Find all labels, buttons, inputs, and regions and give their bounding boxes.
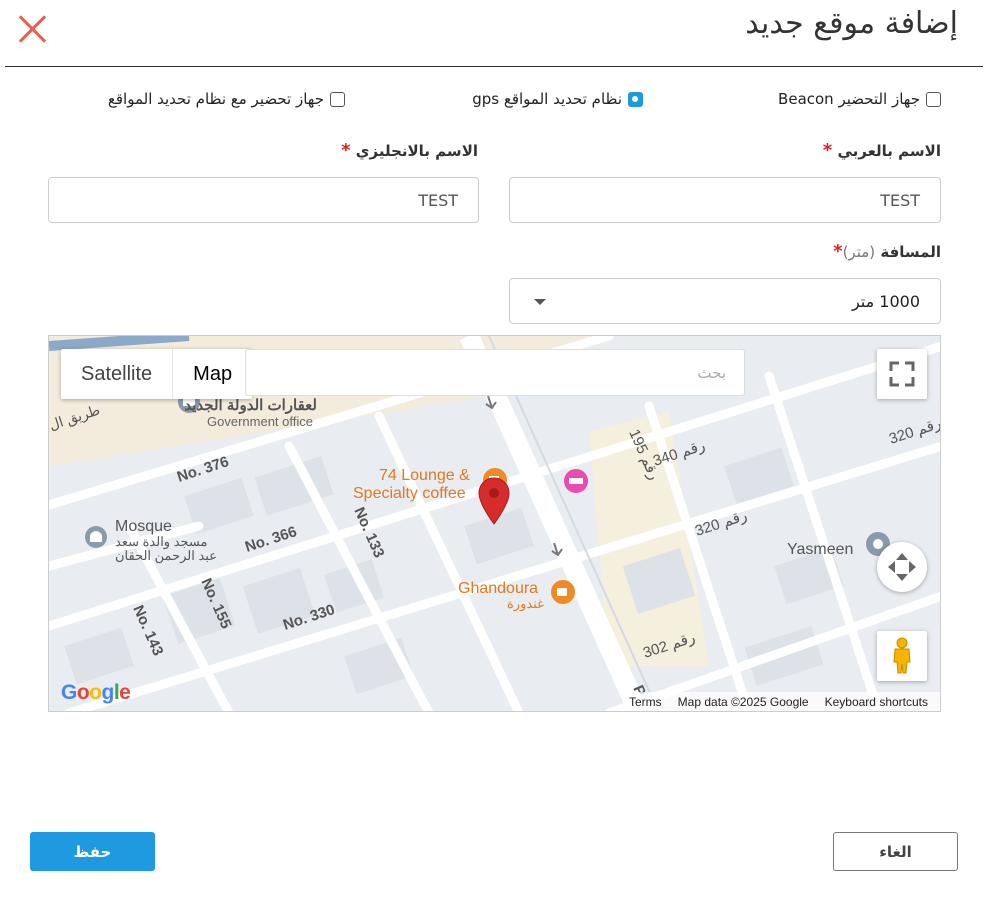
save-button[interactable]: حفظ (30, 832, 155, 871)
google-logo: Google (61, 681, 131, 704)
satellite-button[interactable]: Satellite (61, 349, 172, 399)
option-combined[interactable]: جهاز تحضير مع نظام تحديد المواقع (108, 90, 345, 108)
option-combined-label: جهاز تحضير مع نظام تحديد المواقع (107, 90, 324, 108)
map-label: Mosque (115, 518, 172, 535)
option-beacon[interactable]: جهاز التحضير Beacon (778, 90, 941, 108)
map-label: لعقارات الدولة الجديد (184, 397, 317, 414)
option-beacon-label: جهاز التحضير Beacon (778, 90, 920, 108)
map-label: 74 Lounge & (379, 467, 470, 484)
pegman-icon (893, 637, 911, 674)
close-icon[interactable] (17, 13, 49, 45)
gps-checkbox[interactable] (628, 91, 643, 107)
name-en-label-text: الاسم بالانجليزي (355, 142, 478, 160)
terms-link[interactable]: Terms (629, 695, 662, 709)
map-search-input[interactable]: بحث (245, 349, 745, 396)
map-label: Specialty coffee (353, 485, 466, 502)
name-ar-input[interactable]: TEST (509, 177, 941, 223)
name-en-input[interactable]: TEST (48, 177, 479, 223)
header-divider (5, 66, 983, 67)
required-mark: * (833, 241, 843, 262)
map-label: Government office (207, 414, 313, 429)
distance-value: 1000 متر (851, 291, 920, 311)
street-view-button[interactable] (877, 631, 927, 681)
distance-label: المسافة (متر)* (833, 241, 941, 262)
map-type-control[interactable]: Satellite Map (61, 349, 253, 399)
option-gps[interactable]: نظام تحديد المواقع gps (472, 90, 643, 108)
fullscreen-icon (889, 361, 915, 387)
map-search-placeholder: بحث (697, 363, 726, 382)
chevron-down-icon (534, 299, 546, 305)
name-ar-value: TEST (880, 190, 920, 210)
map-label: Ghandoura (458, 580, 538, 597)
map-label: عبد الرحمن الحقان (115, 548, 217, 564)
map[interactable]: لعقارات الدولة الجديد Government office … (48, 335, 941, 712)
required-mark: * (341, 140, 351, 161)
map-label: Yasmeen (787, 541, 853, 558)
required-mark: * (822, 140, 833, 161)
combined-checkbox[interactable] (330, 91, 345, 107)
keyboard-shortcuts-link[interactable]: Keyboard shortcuts (825, 695, 928, 709)
cancel-button[interactable]: الغاء (833, 832, 958, 871)
camera-control-button[interactable] (877, 542, 927, 592)
map-attribution: Terms Map data ©2025 Google Keyboard sho… (624, 692, 940, 711)
dialog-title: إضافة موقع جديد (745, 6, 958, 41)
name-en-label: الاسم بالانجليزي * (341, 140, 478, 161)
fullscreen-button[interactable] (877, 349, 927, 399)
name-en-value: TEST (418, 190, 458, 210)
map-data-text: Map data ©2025 Google (677, 695, 809, 709)
name-ar-label: الاسم بالعربي * (823, 140, 941, 161)
map-label: غندورة (507, 596, 544, 612)
map-button[interactable]: Map (172, 349, 252, 399)
distance-unit-label: (متر) (842, 243, 876, 261)
beacon-checkbox[interactable] (926, 91, 941, 107)
distance-select[interactable]: 1000 متر (509, 278, 941, 324)
distance-label-text: المسافة (880, 243, 941, 261)
name-ar-label-text: الاسم بالعربي (837, 142, 941, 160)
move-icon (888, 553, 916, 581)
option-gps-label: نظام تحديد المواقع gps (472, 90, 622, 108)
